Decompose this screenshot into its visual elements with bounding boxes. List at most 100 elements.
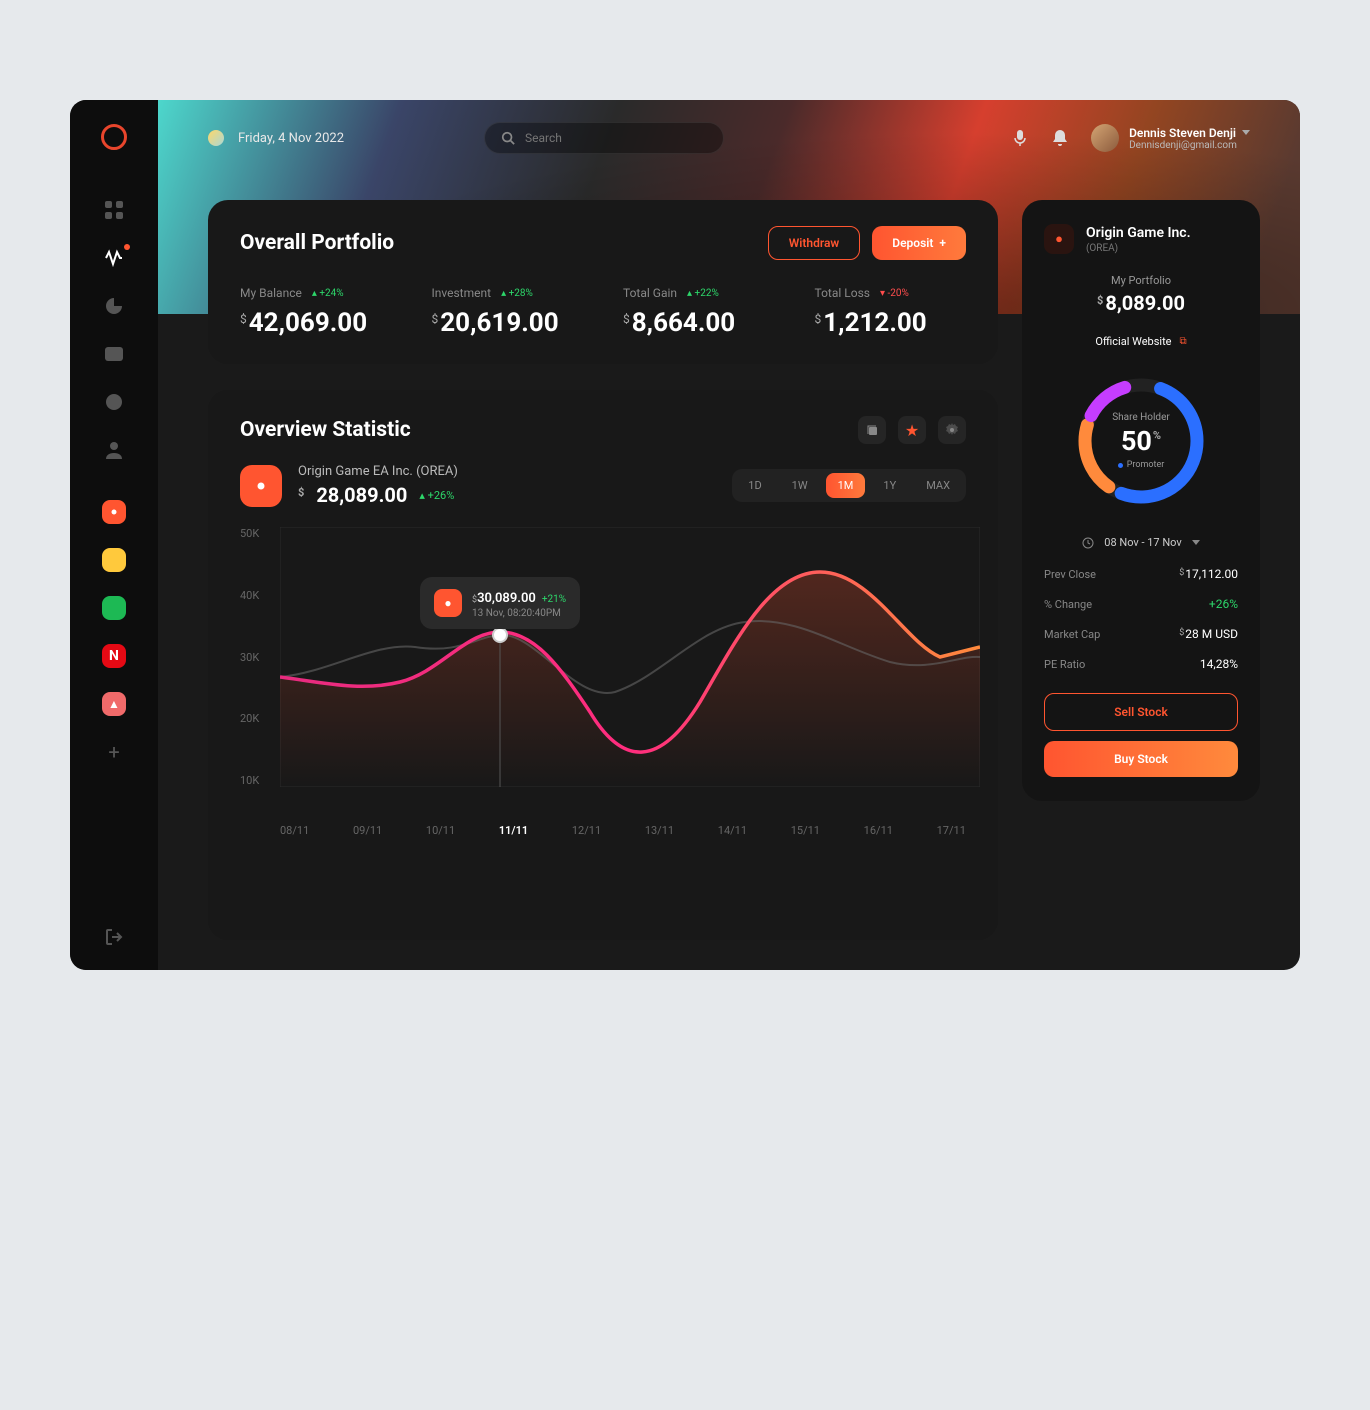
stock-logo-icon (240, 465, 282, 507)
x-tick: 13/11 (645, 824, 674, 837)
metric-value: 8,664.00 (632, 308, 735, 338)
range-tab-max[interactable]: MAX (914, 473, 962, 498)
range-tab-1y[interactable]: 1Y (871, 473, 908, 498)
y-axis: 50K40K30K20K10K (240, 527, 259, 787)
user-name-text: Dennis Steven Denji (1129, 126, 1236, 140)
search-input[interactable] (525, 131, 707, 145)
x-tick: 16/11 (864, 824, 893, 837)
nav-profile-icon[interactable] (104, 440, 124, 460)
stat-value: $17,112.00 (1179, 567, 1238, 581)
range-tab-1m[interactable]: 1M (826, 473, 866, 498)
external-link-icon: ⧉ (1180, 336, 1187, 347)
official-website-link[interactable]: Official Website ⧉ (1044, 335, 1238, 348)
chart-svg[interactable] (280, 527, 980, 787)
date-block: Friday, 4 Nov 2022 (208, 130, 344, 146)
weather-icon (208, 130, 224, 146)
plus-icon: + (939, 236, 946, 250)
metric-value: 20,619.00 (440, 308, 558, 338)
date-text: Friday, 4 Nov 2022 (238, 131, 344, 146)
sell-stock-button[interactable]: Sell Stock (1044, 693, 1238, 731)
x-tick: 09/11 (353, 824, 382, 837)
stat-row: Market Cap$28 M USD (1044, 627, 1238, 641)
donut-value: 50 (1121, 425, 1152, 457)
stock-price-value: 28,089.00 (316, 483, 407, 507)
watchlist-bee-icon[interactable] (102, 548, 126, 572)
date-range-picker[interactable]: 08 Nov - 17 Nov (1044, 536, 1238, 549)
stat-row: % Change+26% (1044, 597, 1238, 611)
top-icons: Dennis Steven Denji Dennisdenji@gmail.co… (971, 124, 1250, 152)
stat-label: Prev Close (1044, 568, 1096, 581)
clock-icon (1082, 537, 1094, 549)
chart-area: 50K40K30K20K10K (240, 527, 966, 837)
watchlist-origin-icon[interactable] (102, 500, 126, 524)
left-column: Overall Portfolio Withdraw Deposit+ My B… (208, 200, 998, 940)
nav-group (104, 200, 124, 460)
bell-icon[interactable] (1051, 129, 1069, 147)
watchlist-spotify-icon[interactable] (102, 596, 126, 620)
metric-change: ▴ +24% (312, 288, 344, 299)
theme-toggle-icon[interactable] (971, 129, 989, 147)
x-tick: 12/11 (572, 824, 601, 837)
stats-list: Prev Close $17,112.00 % Change+26% Market C… (1044, 567, 1238, 671)
metric-label: My Balance (240, 286, 302, 300)
copy-icon[interactable] (858, 416, 886, 444)
x-tick: 10/11 (426, 824, 455, 837)
portfolio-title: Overall Portfolio (240, 231, 394, 255)
nav-activity-icon[interactable] (104, 248, 124, 268)
x-tick: 11/11 (499, 824, 528, 837)
user-menu[interactable]: Dennis Steven Denji Dennisdenji@gmail.co… (1091, 124, 1250, 152)
metric-value: 1,212.00 (823, 308, 926, 338)
portfolio-card: Overall Portfolio Withdraw Deposit+ My B… (208, 200, 998, 364)
stat-row: Prev Close $17,112.00 (1044, 567, 1238, 581)
y-tick: 30K (240, 651, 259, 664)
nav-analytics-icon[interactable] (104, 296, 124, 316)
y-tick: 10K (240, 774, 259, 787)
x-axis: 08/11 09/11 10/11 11/11 12/11 13/11 14/11 15/11… (280, 824, 966, 837)
logout-icon[interactable] (105, 928, 123, 946)
logo-icon[interactable] (101, 124, 127, 150)
stat-row: PE Ratio14,28% (1044, 657, 1238, 671)
sidebar: N ▲ + (70, 100, 158, 970)
website-label: Official Website (1095, 335, 1171, 348)
nav-dashboard-icon[interactable] (104, 200, 124, 220)
metric-change: ▾ -20% (880, 288, 909, 299)
range-tab-1d[interactable]: 1D (736, 473, 773, 498)
metrics-row: My Balance▴ +24%$42,069.00Investment▴ +2… (240, 286, 966, 338)
overview-card: Overview Statistic ★ Origin Game EA Inc.… (208, 390, 998, 940)
metric-value: 42,069.00 (249, 308, 367, 338)
detail-card: ● Origin Game Inc. (OREA) My Portfolio $… (1022, 200, 1260, 801)
x-tick: 08/11 (280, 824, 309, 837)
x-tick: 14/11 (718, 824, 747, 837)
stock-change-value: +26% (428, 489, 455, 502)
withdraw-button[interactable]: Withdraw (768, 226, 861, 260)
metric-label: Total Gain (623, 286, 677, 300)
company-logo-icon: ● (1044, 224, 1074, 254)
company-name: Origin Game Inc. (1086, 225, 1191, 241)
overview-title: Overview Statistic (240, 418, 411, 442)
currency-symbol: $ (298, 486, 304, 499)
right-column: ● Origin Game Inc. (OREA) My Portfolio $… (1022, 200, 1260, 940)
watchlist-add-icon[interactable]: + (108, 740, 119, 764)
metric-change: ▴ +22% (687, 288, 719, 299)
donut-label: Share Holder (1112, 412, 1170, 423)
buy-stock-button[interactable]: Buy Stock (1044, 741, 1238, 777)
watchlist: N ▲ + (102, 500, 126, 764)
tooltip-date: 13 Nov, 08:20:40PM (472, 608, 566, 619)
star-icon[interactable]: ★ (898, 416, 926, 444)
search-box[interactable] (484, 122, 724, 154)
range-tab-1w[interactable]: 1W (780, 473, 820, 498)
nav-messages-icon[interactable] (104, 392, 124, 412)
deposit-button[interactable]: Deposit+ (872, 226, 966, 260)
metric: Investment▴ +28%$20,619.00 (432, 286, 584, 338)
watchlist-netflix-icon[interactable]: N (102, 644, 126, 668)
stat-value: 14,28% (1200, 657, 1238, 671)
nav-wallet-icon[interactable] (104, 344, 124, 364)
watchlist-asana-icon[interactable]: ▲ (102, 692, 126, 716)
x-tick: 15/11 (791, 824, 820, 837)
avatar (1091, 124, 1119, 152)
tooltip-price: 30,089.00 (477, 591, 536, 606)
gear-icon[interactable] (938, 416, 966, 444)
mic-icon[interactable] (1011, 129, 1029, 147)
chevron-down-icon (1192, 540, 1200, 545)
metric: Total Loss▾ -20%$1,212.00 (815, 286, 967, 338)
